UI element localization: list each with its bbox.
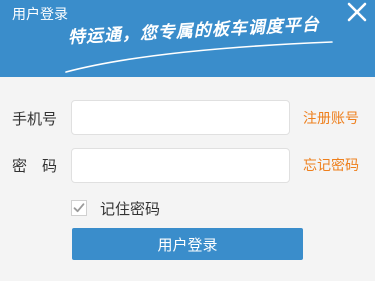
password-label: 密 码 bbox=[12, 157, 58, 175]
forgot-password-link[interactable]: 忘记密码 bbox=[303, 156, 359, 176]
phone-label: 手机号 bbox=[12, 110, 58, 128]
remember-checkbox[interactable] bbox=[71, 200, 87, 216]
register-link[interactable]: 注册账号 bbox=[303, 109, 359, 129]
password-input[interactable] bbox=[71, 148, 290, 183]
dialog-title: 用户登录 bbox=[12, 7, 68, 23]
login-dialog: 用户登录 特运通，您专属的板车调度平台 手机号 注册账号 密 码 忘记密码 记住… bbox=[0, 0, 375, 281]
close-icon bbox=[347, 2, 367, 22]
remember-label: 记住密码 bbox=[100, 199, 161, 218]
phone-input[interactable] bbox=[71, 100, 290, 135]
dialog-header: 用户登录 特运通，您专属的板车调度平台 bbox=[0, 0, 375, 77]
login-button[interactable]: 用户登录 bbox=[72, 228, 303, 260]
remember-password-option[interactable]: 记住密码 bbox=[71, 198, 160, 218]
close-button[interactable] bbox=[344, 0, 370, 26]
checkmark-icon bbox=[73, 203, 85, 213]
